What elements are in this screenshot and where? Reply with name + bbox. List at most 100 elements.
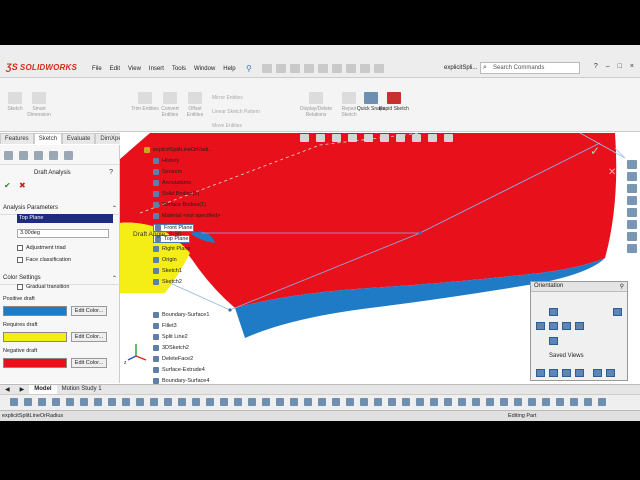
view-settings-icon[interactable] <box>444 134 453 142</box>
tool-icon[interactable] <box>346 398 354 406</box>
menu-window[interactable]: Window <box>194 66 215 72</box>
tree-item-sketch1[interactable]: Sketch1 <box>153 268 182 274</box>
tool-icon[interactable] <box>276 398 284 406</box>
single-view-icon[interactable] <box>593 369 602 377</box>
tool-icon[interactable] <box>80 398 88 406</box>
tool-icon[interactable] <box>24 398 32 406</box>
section-view-icon[interactable] <box>348 134 357 142</box>
file-explorer-icon[interactable] <box>627 184 637 193</box>
zoom-fit-icon[interactable] <box>300 134 309 142</box>
smart-dimension-button[interactable]: Smart Dimension <box>24 92 54 118</box>
two-view-icon[interactable] <box>606 369 615 377</box>
new-icon[interactable] <box>262 64 272 73</box>
tree-item-solid-bodies[interactable]: Solid Bodies(1) <box>153 191 199 197</box>
close-icon[interactable]: × <box>630 63 634 70</box>
positive-edit-color-button[interactable]: Edit Color... <box>71 306 107 316</box>
tree-item-right-plane[interactable]: Right Plane <box>153 246 190 252</box>
tool-icon[interactable] <box>500 398 508 406</box>
zoom-area-icon[interactable] <box>316 134 325 142</box>
menu-file[interactable]: File <box>92 66 102 72</box>
tool-icon[interactable] <box>234 398 242 406</box>
tool-icon[interactable] <box>332 398 340 406</box>
menu-edit[interactable]: Edit <box>110 66 120 72</box>
view-normal-to-icon[interactable] <box>575 369 584 377</box>
tool-icon[interactable] <box>122 398 130 406</box>
edit-appearance-icon[interactable] <box>412 134 421 142</box>
tool-icon[interactable] <box>360 398 368 406</box>
tool-icon[interactable] <box>262 398 270 406</box>
view-palette-icon[interactable] <box>627 196 637 205</box>
view-left-icon[interactable] <box>549 322 558 330</box>
tool-icon[interactable] <box>416 398 424 406</box>
rapid-sketch-button[interactable]: Rapid Sketch <box>379 92 409 112</box>
tool-icon[interactable] <box>570 398 578 406</box>
tree-item-root[interactable]: explicitSplitLineOrRadi... <box>144 147 213 153</box>
hide-show-icon[interactable] <box>396 134 405 142</box>
tool-icon[interactable] <box>472 398 480 406</box>
tree-item-3dsketch2[interactable]: 3DSketch2 <box>153 345 189 351</box>
view-bottom-icon[interactable] <box>549 337 558 345</box>
tool-icon[interactable] <box>430 398 438 406</box>
tree-item-annotations[interactable]: Annotations <box>153 180 191 186</box>
maximize-icon[interactable]: □ <box>618 63 622 70</box>
tool-icon[interactable] <box>542 398 550 406</box>
tool-icon[interactable] <box>290 398 298 406</box>
view-orientation-icon[interactable] <box>364 134 373 142</box>
solidworks-resources-icon[interactable] <box>627 160 637 169</box>
face-classification-checkbox[interactable]: Face classification <box>17 257 71 263</box>
tool-icon[interactable] <box>38 398 46 406</box>
forum-icon[interactable] <box>627 232 637 241</box>
tool-icon[interactable] <box>374 398 382 406</box>
tree-item-sensors[interactable]: Sensors <box>153 169 182 175</box>
requires-edit-color-button[interactable]: Edit Color... <box>71 332 107 342</box>
tool-icon[interactable] <box>388 398 396 406</box>
negative-edit-color-button[interactable]: Edit Color... <box>71 358 107 368</box>
tool-icon[interactable] <box>248 398 256 406</box>
tree-item-origin[interactable]: Origin <box>153 257 177 263</box>
adjustment-triad-checkbox[interactable]: Adjustment triad <box>17 245 66 251</box>
tool-icon[interactable] <box>108 398 116 406</box>
help-icon[interactable]: ? <box>594 63 598 70</box>
pin-icon[interactable]: ⚲ <box>620 283 624 290</box>
tree-item-sketch2[interactable]: Sketch2 <box>153 279 182 285</box>
tool-icon[interactable] <box>178 398 186 406</box>
tool-icon[interactable] <box>598 398 606 406</box>
configuration-manager-icon[interactable] <box>34 151 43 160</box>
display-delete-relations-button[interactable]: Display/Delete Relations <box>298 92 334 118</box>
ok-button[interactable]: ✔ <box>4 181 11 190</box>
tool-icon[interactable] <box>304 398 312 406</box>
menu-insert[interactable]: Insert <box>149 66 164 72</box>
tab-motion-study[interactable]: Motion Study 1 <box>57 385 107 394</box>
solidworks-logo[interactable]: ƷS SOLIDWORKS <box>6 62 77 72</box>
property-manager-icon[interactable] <box>19 151 28 160</box>
open-icon[interactable] <box>276 64 286 73</box>
tool-icon[interactable] <box>402 398 410 406</box>
save-icon[interactable] <box>290 64 300 73</box>
pin-icon[interactable]: ⚲ <box>246 64 252 73</box>
draft-angle-field[interactable]: 3.00deg <box>17 229 109 238</box>
previous-view-icon[interactable] <box>332 134 341 142</box>
nav-next-icon[interactable]: ▶ <box>15 385 30 394</box>
move-entities-button[interactable]: Move Entities <box>212 123 242 129</box>
mirror-entities-button[interactable]: Mirror Entities <box>212 95 243 101</box>
view-front-icon[interactable] <box>549 308 558 316</box>
file-properties-icon[interactable] <box>360 64 370 73</box>
view-back-icon[interactable] <box>536 322 545 330</box>
tree-item-surface-bodies[interactable]: Surface Bodies(1) <box>153 202 206 208</box>
tool-icon[interactable] <box>486 398 494 406</box>
tool-icon[interactable] <box>514 398 522 406</box>
tool-icon[interactable] <box>458 398 466 406</box>
tool-icon[interactable] <box>444 398 452 406</box>
display-style-icon[interactable] <box>380 134 389 142</box>
saved-views-label[interactable]: Saved Views <box>549 353 584 359</box>
linear-sketch-pattern-button[interactable]: Linear Sketch Pattern <box>212 109 260 115</box>
tool-icon[interactable] <box>164 398 172 406</box>
tool-icon[interactable] <box>94 398 102 406</box>
view-right-icon[interactable] <box>562 322 571 330</box>
tree-item-split-line2[interactable]: Split Line2 <box>153 334 188 340</box>
tool-icon[interactable] <box>10 398 18 406</box>
select-icon[interactable] <box>332 64 342 73</box>
design-library-icon[interactable] <box>627 172 637 181</box>
nav-prev-icon[interactable]: ◀ <box>0 385 15 394</box>
print-icon[interactable] <box>304 64 314 73</box>
